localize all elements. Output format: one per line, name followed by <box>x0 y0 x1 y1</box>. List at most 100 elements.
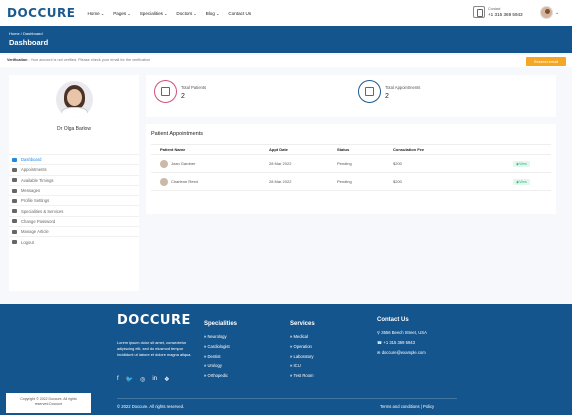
footer-link[interactable]: Laboratory <box>290 354 315 359</box>
footer-specialities: Specialities Neurology Cardiologist Dent… <box>204 321 237 383</box>
nav-contact[interactable]: Contact Us <box>228 11 251 16</box>
view-button[interactable]: View <box>513 179 530 185</box>
col-fee: Consulation Fee <box>393 147 425 152</box>
resend-email-button[interactable]: Resend email <box>526 57 566 66</box>
col-patient-name: Patient Name <box>160 147 186 152</box>
footer-services: Services Medical Operation Laboratory IC… <box>290 321 315 383</box>
patient-cell[interactable]: Charlene Reed <box>151 177 269 186</box>
footer-link[interactable]: Operation <box>290 344 315 349</box>
comments-icon <box>12 188 17 193</box>
instagram-icon[interactable]: ◎ <box>140 376 145 383</box>
linkedin-icon[interactable]: in <box>152 376 157 383</box>
col-appt-date: Appt Date <box>269 147 288 152</box>
twitter-icon[interactable]: 🐦 <box>126 376 133 383</box>
footer-link[interactable]: Test Room <box>290 373 315 378</box>
sidebar-item-dashboard[interactable]: Dashboard <box>9 154 139 164</box>
sidebar-item-logout[interactable]: Logout <box>9 236 139 246</box>
sidebar-item-specialities-services[interactable]: Specialities & Services <box>9 205 139 215</box>
nav-specialities[interactable]: Specialities <box>140 11 168 16</box>
doctor-avatar <box>56 81 93 118</box>
stat-total-appointments: Total Appointments 2 <box>358 80 420 103</box>
appt-status: Pending <box>337 161 352 166</box>
user-avatar[interactable] <box>540 6 553 19</box>
patient-name[interactable]: Charlene Reed <box>171 179 198 184</box>
sidebar-item-profile-settings[interactable]: Profile Settings <box>9 195 139 205</box>
hospital-icon <box>473 6 485 18</box>
table-row: Charlene Reed 28 Mar 2022 Pending $200 View <box>151 173 551 191</box>
appointments-icon <box>358 80 381 103</box>
profile-sidebar: Dr Olga Barlow Dashboard Appointments Avai… <box>9 75 139 291</box>
chevron-down-icon[interactable]: ⌄ <box>555 10 559 16</box>
main-nav: Home Pages Specialities Doctors Blog Con… <box>87 11 251 16</box>
footer-heading: Contact Us <box>377 317 409 323</box>
sidebar-item-label: Messages <box>21 188 41 194</box>
sidebar-item-messages[interactable]: Messages <box>9 184 139 195</box>
user-cog-icon <box>12 198 17 203</box>
appointments-card: Patient Appointments Patient Name Appt D… <box>146 124 556 214</box>
footer-heading: Services <box>290 321 315 327</box>
table-header: Patient Name Appt Date Status Consulatio… <box>151 144 551 155</box>
sign-out-icon <box>12 240 17 245</box>
stat-value: 2 <box>385 93 389 100</box>
sidebar-item-label: Change Password <box>21 218 56 224</box>
stats-card: Total Patients 2 Total Appointments 2 <box>146 75 556 117</box>
footer-link[interactable]: Dentist <box>204 354 237 359</box>
appt-date: 28 Mar 2022 <box>269 161 292 166</box>
patient-name[interactable]: Joan Gardner <box>171 161 195 166</box>
appt-fee: $200 <box>393 179 402 184</box>
clock-icon <box>12 178 17 183</box>
sidebar-item-available-timings[interactable]: Available Timings <box>9 174 139 185</box>
view-button[interactable]: View <box>513 161 530 167</box>
header-contact: Contact +1 315 369 5943 <box>473 6 523 18</box>
pen-icon <box>12 229 17 234</box>
patient-avatar <box>160 159 168 168</box>
verification-alert: Verification : Your account is not verif… <box>0 55 572 67</box>
footer-email[interactable]: ✉ doccure@example.com <box>377 350 427 355</box>
dribbble-icon[interactable]: ❖ <box>164 376 169 383</box>
footer-divider <box>117 398 457 399</box>
breadcrumb[interactable]: Home / Dashboard <box>9 31 563 36</box>
footer-address: ⚲ 3556 Beech Street, USA <box>377 330 427 335</box>
sidebar-item-appointments[interactable]: Appointments <box>9 164 139 174</box>
stat-value: 2 <box>181 93 185 100</box>
verification-message: : Your account is not verified. Please c… <box>27 58 151 62</box>
patient-cell[interactable]: Joan Gardner <box>151 159 269 168</box>
file-icon <box>12 209 17 214</box>
page-title: Dashboard <box>9 38 49 47</box>
stat-label: Total Patients <box>181 85 207 90</box>
patient-avatar <box>160 177 168 186</box>
footer-link[interactable]: Urology <box>204 363 237 368</box>
appt-fee: $200 <box>393 161 402 166</box>
contact-label: Contact <box>488 7 501 11</box>
footer-link[interactable]: Neurology <box>204 334 237 339</box>
doctor-name: Dr Olga Barlow <box>57 126 91 132</box>
facebook-icon[interactable]: f <box>117 376 119 383</box>
nav-home[interactable]: Home <box>87 11 104 16</box>
nav-pages[interactable]: Pages <box>113 11 131 16</box>
footer-heading: Specialities <box>204 321 238 327</box>
col-status: Status <box>337 147 350 152</box>
sidebar-item-label: Dashboard <box>21 157 42 163</box>
breadcrumb-bar: Home / Dashboard Dashboard <box>0 26 572 53</box>
dashboard-menu: Dashboard Appointments Available Timings Me… <box>9 154 139 247</box>
sidebar-item-label: Manage Article <box>21 229 49 235</box>
footer-terms[interactable]: Terms and conditions | Policy <box>380 404 434 409</box>
sidebar-item-label: Appointments <box>21 167 47 173</box>
nav-blog[interactable]: Blog <box>206 11 220 16</box>
copyright-box: Copyright © 2022 Doccure. All rights res… <box>6 393 91 413</box>
patients-icon <box>154 80 177 103</box>
appt-status: Pending <box>337 179 352 184</box>
stat-label: Total Appointments <box>385 85 421 90</box>
sidebar-item-change-password[interactable]: Change Password <box>9 215 139 226</box>
lock-icon <box>12 219 17 224</box>
footer-link[interactable]: Cardiologist <box>204 344 237 349</box>
footer-link[interactable]: Orthopedic <box>204 373 237 378</box>
sidebar-item-manage-article[interactable]: Manage Article <box>9 226 139 236</box>
footer-link[interactable]: ICU <box>290 363 315 368</box>
sidebar-item-label: Specialities & Services <box>21 208 64 214</box>
sidebar-item-label: Available Timings <box>21 177 54 183</box>
site-logo[interactable]: DOCCURE <box>7 6 75 20</box>
footer-link[interactable]: Medical <box>290 334 315 339</box>
footer-logo[interactable]: DOCCURE <box>117 313 191 328</box>
nav-doctors[interactable]: Doctors <box>176 11 196 16</box>
